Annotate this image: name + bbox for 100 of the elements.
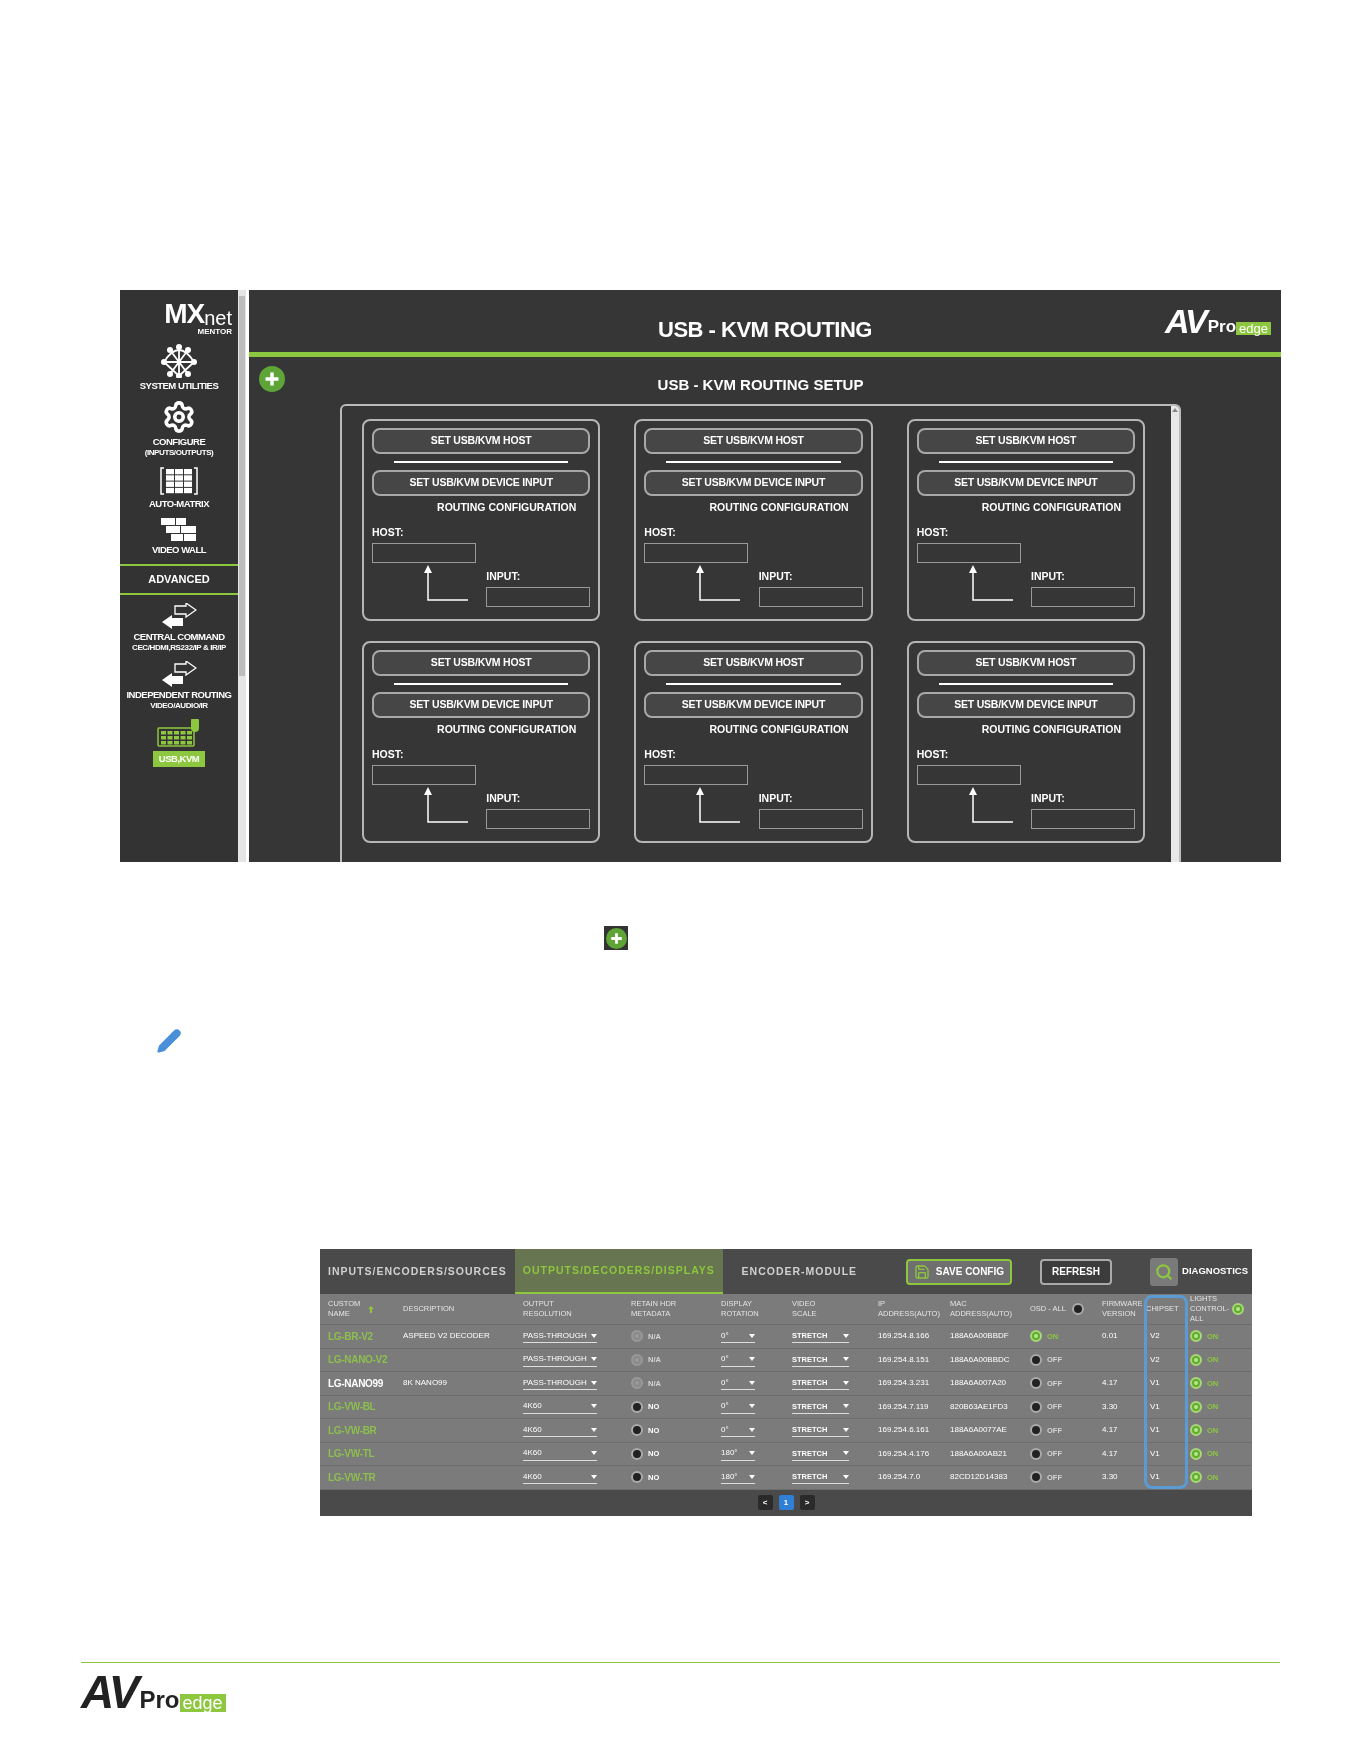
hdr-radio[interactable] xyxy=(631,1471,643,1484)
dropdown-field[interactable]: 4K60 xyxy=(523,1399,597,1414)
dropdown-field[interactable]: 0° xyxy=(721,1423,755,1438)
input-field[interactable] xyxy=(1031,586,1135,607)
host-label: HOST: xyxy=(372,525,404,541)
nav-item[interactable]: CENTRAL COMMAND xyxy=(133,630,225,643)
dropdown-field[interactable]: 0° xyxy=(721,1352,755,1367)
lights-radio[interactable] xyxy=(1190,1447,1202,1460)
input-field[interactable] xyxy=(486,808,591,829)
table-cell: 169.254.8.151 xyxy=(878,1353,930,1366)
pencil-icon xyxy=(156,1028,182,1054)
nav-item[interactable]: VIDEO WALL xyxy=(151,544,207,556)
set-host-button[interactable]: SET USB/KVM HOST xyxy=(372,649,591,676)
elbow-arrow-icon xyxy=(966,786,1013,824)
dropdown-field[interactable]: 180° xyxy=(721,1470,755,1485)
app-logo-suffix: net xyxy=(204,308,232,328)
app-logo-mark: MX xyxy=(164,300,205,328)
page-button[interactable]: > xyxy=(799,1495,815,1511)
dropdown-field[interactable]: 180° xyxy=(721,1446,755,1461)
osd-radio[interactable] xyxy=(1030,1377,1042,1390)
save-config-button[interactable]: SAVE CONFIG xyxy=(905,1258,1012,1285)
hdr-radio[interactable] xyxy=(631,1400,643,1413)
input-field[interactable] xyxy=(758,586,863,607)
tab[interactable]: ENCODER-MODULE xyxy=(722,1249,876,1294)
routing-configuration-label: ROUTING CONFIGURATION xyxy=(709,721,849,737)
logo-tag: edge xyxy=(179,1694,226,1712)
set-host-button[interactable]: SET USB/KVM HOST xyxy=(372,427,591,454)
set-host-button[interactable]: SET USB/KVM HOST xyxy=(916,649,1135,676)
page-title: USB - KVM ROUTING xyxy=(658,316,872,344)
scrollbar[interactable] xyxy=(1171,405,1179,862)
tab[interactable]: INPUTS/ENCODERS/SOURCES xyxy=(320,1249,515,1294)
osd-radio[interactable] xyxy=(1030,1447,1042,1460)
scrollbar[interactable] xyxy=(238,290,246,862)
table-cell: 169.254.6.161 xyxy=(878,1424,930,1437)
set-device-input-button[interactable]: SET USB/KVM DEVICE INPUT xyxy=(644,691,863,718)
host-field[interactable] xyxy=(372,543,476,563)
osd-radio[interactable] xyxy=(1030,1424,1042,1437)
caret-icon xyxy=(843,1474,849,1479)
toggle-all-radio[interactable] xyxy=(1232,1303,1244,1315)
osd-radio[interactable] xyxy=(1030,1330,1042,1343)
refresh-button[interactable]: REFRESH xyxy=(1040,1258,1112,1285)
elbow-arrow-icon xyxy=(694,786,741,824)
scroll-up-icon[interactable] xyxy=(1172,407,1178,412)
osd-radio[interactable] xyxy=(1030,1353,1042,1366)
tab[interactable]: OUTPUTS/DECODERS/DISPLAYS xyxy=(514,1249,723,1294)
lights-radio[interactable] xyxy=(1190,1424,1202,1437)
input-field[interactable] xyxy=(486,586,591,607)
lights-radio[interactable] xyxy=(1190,1377,1202,1390)
diagnostics-label[interactable]: DIAGNOSTICS xyxy=(1182,1264,1248,1279)
input-field[interactable] xyxy=(1031,808,1135,829)
routing-configuration-label: ROUTING CONFIGURATION xyxy=(709,499,849,515)
table-cell: 188A6A00AB21 xyxy=(950,1447,1007,1460)
set-device-input-button[interactable]: SET USB/KVM DEVICE INPUT xyxy=(372,469,591,496)
lights-radio[interactable] xyxy=(1190,1471,1202,1484)
set-device-input-button[interactable]: SET USB/KVM DEVICE INPUT xyxy=(916,691,1135,718)
dropdown-field[interactable]: 0° xyxy=(721,1399,755,1414)
add-icon[interactable] xyxy=(259,366,285,392)
host-field[interactable] xyxy=(916,543,1021,563)
toggle-all-radio[interactable] xyxy=(1071,1303,1084,1315)
caret-icon xyxy=(591,1451,597,1456)
dropdown-field[interactable]: PASS-THROUGH xyxy=(523,1352,597,1367)
host-field[interactable] xyxy=(644,765,749,785)
page-button[interactable]: 1 xyxy=(778,1495,794,1511)
host-field[interactable] xyxy=(644,543,749,563)
caret-icon xyxy=(843,1357,849,1362)
nav-item[interactable]: CONFIGURE xyxy=(152,436,206,448)
table-cell: 169.254.4.176 xyxy=(878,1447,930,1460)
dropdown-field[interactable]: 4K60 xyxy=(523,1446,597,1461)
nav-item[interactable]: INDEPENDENT ROUTING xyxy=(126,688,232,701)
hdr-radio[interactable] xyxy=(631,1447,643,1460)
page-button[interactable]: < xyxy=(757,1495,773,1511)
dropdown-field[interactable]: PASS-THROUGH xyxy=(523,1329,597,1344)
nav-item[interactable]: SYSTEM UTILITIES xyxy=(139,380,219,392)
dropdown-field[interactable]: 4K60 xyxy=(523,1470,597,1485)
table-cell: V1 xyxy=(1150,1377,1160,1390)
host-label: HOST: xyxy=(372,747,404,763)
table-cell: 188A6A007A20 xyxy=(950,1377,1007,1390)
lights-radio[interactable] xyxy=(1190,1353,1202,1366)
lights-radio[interactable] xyxy=(1190,1400,1202,1413)
input-field[interactable] xyxy=(758,808,863,829)
dropdown-field[interactable]: 4K60 xyxy=(523,1423,597,1438)
osd-radio[interactable] xyxy=(1030,1400,1042,1413)
set-device-input-button[interactable]: SET USB/KVM DEVICE INPUT xyxy=(372,691,591,718)
device-name[interactable]: LG-NANO99 xyxy=(328,1375,384,1391)
nav-item[interactable]: AUTO-MATRIX xyxy=(148,498,210,510)
osd-radio[interactable] xyxy=(1030,1471,1042,1484)
set-host-button[interactable]: SET USB/KVM HOST xyxy=(644,649,863,676)
set-host-button[interactable]: SET USB/KVM HOST xyxy=(916,427,1135,454)
add-icon[interactable] xyxy=(605,927,627,949)
set-host-button[interactable]: SET USB/KVM HOST xyxy=(644,427,863,454)
dropdown-field[interactable]: 0° xyxy=(721,1329,755,1344)
set-device-input-button[interactable]: SET USB/KVM DEVICE INPUT xyxy=(916,469,1135,496)
host-field[interactable] xyxy=(372,765,476,785)
dropdown-field[interactable]: PASS-THROUGH xyxy=(523,1376,597,1391)
lights-radio[interactable] xyxy=(1190,1330,1202,1343)
set-device-input-button[interactable]: SET USB/KVM DEVICE INPUT xyxy=(644,469,863,496)
host-field[interactable] xyxy=(916,765,1021,785)
diagnostics-icon-button[interactable] xyxy=(1150,1257,1178,1286)
hdr-radio[interactable] xyxy=(631,1424,643,1437)
dropdown-field[interactable]: 0° xyxy=(721,1376,755,1391)
